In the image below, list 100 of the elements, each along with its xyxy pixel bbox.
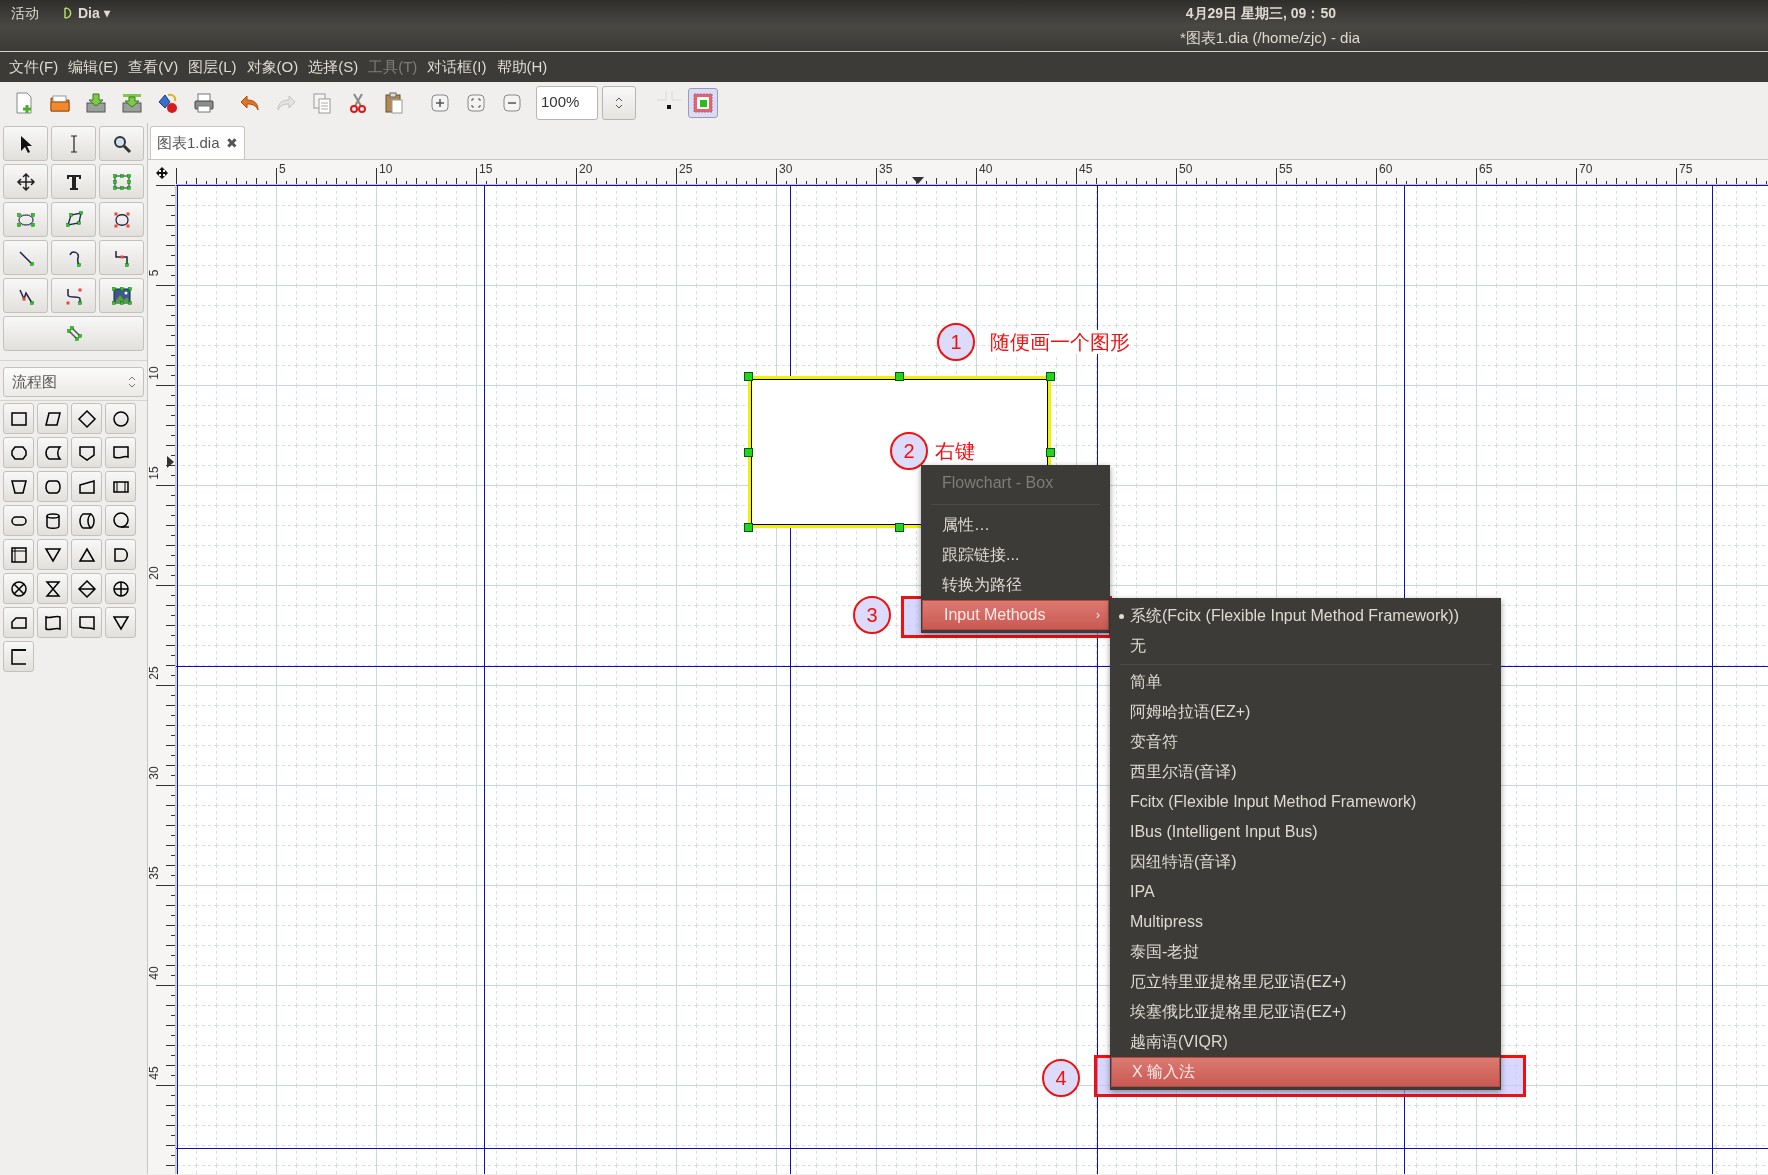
printer-icon (192, 90, 216, 115)
shape-button[interactable] (37, 471, 68, 502)
shape-button[interactable] (105, 403, 136, 434)
scroll-tool-button[interactable] (3, 164, 48, 199)
menu-item[interactable]: 文件(F) (4, 55, 64, 79)
box-tool-button[interactable] (99, 164, 144, 199)
shape-button[interactable] (37, 607, 68, 638)
menu-item[interactable]: 泰国-老挝 (1110, 937, 1501, 967)
menu-item[interactable]: Fcitx (Flexible Input Method Framework) (1110, 787, 1501, 817)
image-tool-button[interactable] (99, 278, 144, 313)
shape-button[interactable] (37, 437, 68, 468)
zigzag-tool-button[interactable] (99, 240, 144, 275)
menu-item[interactable]: 选择(S) (303, 55, 364, 79)
menu-item[interactable]: Multipress (1110, 907, 1501, 937)
ruler-label: 25 (147, 666, 162, 680)
selection-handle[interactable] (1046, 447, 1055, 457)
menu-item[interactable]: 埃塞俄比亚提格里尼亚语(EZ+) (1110, 997, 1501, 1027)
menu-item[interactable]: IPA (1110, 877, 1501, 907)
shape-button[interactable] (71, 437, 102, 468)
shape-button[interactable] (37, 573, 68, 604)
text-cursor-icon (69, 134, 78, 153)
ellipse-tool-button[interactable] (3, 202, 48, 237)
beziergon-tool-button[interactable] (99, 202, 144, 237)
line-tool-button[interactable] (3, 240, 48, 275)
ruler-label: 70 (1579, 161, 1593, 178)
shape-button[interactable] (105, 505, 136, 536)
selection-handle[interactable] (744, 447, 753, 457)
menu-item[interactable]: 属性… (921, 510, 1110, 540)
shape-button[interactable] (3, 403, 34, 434)
close-button[interactable]: ✖ (225, 132, 238, 154)
menu-item[interactable]: 越南语(VIQR) (1110, 1027, 1501, 1057)
menu-item[interactable]: 对话框(I) (422, 55, 492, 79)
shape-button[interactable] (105, 539, 136, 570)
clock[interactable]: 4月29日 星期三, 09：50 (1185, 2, 1336, 24)
selection-handle[interactable] (1046, 372, 1055, 381)
menu-item[interactable]: 跟踪链接... (921, 540, 1110, 570)
shape-button[interactable] (71, 573, 102, 604)
menu-item[interactable]: 查看(V) (123, 55, 184, 79)
menu-item[interactable]: 无 (1110, 631, 1501, 661)
activities-button[interactable]: 活动 (0, 2, 62, 24)
ruler-label: 20 (579, 161, 593, 178)
menu-item[interactable]: 阿姆哈拉语(EZ+) (1110, 697, 1501, 727)
pointer-tool-button[interactable] (3, 126, 48, 161)
shape-button[interactable] (105, 437, 136, 468)
ruler-label: 35 (879, 161, 893, 178)
menu-item[interactable]: 图层(L) (183, 55, 242, 79)
shape-button[interactable] (37, 505, 68, 536)
shape-button[interactable] (3, 539, 34, 570)
document-tab[interactable]: 图表1.dia ✖ (150, 126, 245, 159)
bezier-tool-button[interactable] (51, 278, 96, 313)
menu-item[interactable]: 西里尔语(音译) (1110, 757, 1501, 787)
shape-button[interactable] (3, 641, 34, 672)
menu-item[interactable]: IBus (Intelligent Input Bus) (1110, 817, 1501, 847)
ruler-label: 55 (1279, 161, 1293, 178)
selection-handle[interactable] (744, 372, 753, 381)
ruler-label: 15 (147, 466, 162, 480)
shape-button[interactable] (105, 607, 136, 638)
shape-button[interactable] (3, 437, 34, 468)
menu-item[interactable]: 系统(Fcitx (Flexible Input Method Framework)) (1110, 601, 1501, 631)
polygon-tool-button[interactable] (51, 202, 96, 237)
menu-item[interactable]: 简单 (1110, 667, 1501, 697)
magnify-tool-button[interactable] (99, 126, 144, 161)
menu-item[interactable]: 帮助(H) (491, 55, 553, 79)
snap-to-objects-button[interactable] (688, 87, 718, 118)
menu-item[interactable]: 转换为路径 (921, 570, 1110, 600)
shape-button[interactable] (3, 505, 34, 536)
shape-button[interactable] (3, 471, 34, 502)
window-title: *图表1.dia (/home/zjc) - dia (1180, 28, 1361, 49)
flowchart-shape-icon (110, 408, 131, 429)
polyline-tool-button[interactable] (3, 278, 48, 313)
menu-item[interactable]: 变音符 (1110, 727, 1501, 757)
shape-button[interactable] (71, 403, 102, 434)
shape-button[interactable] (71, 471, 102, 502)
shape-button[interactable] (37, 403, 68, 434)
app-menu-button[interactable]: Dia ▾ (62, 2, 110, 24)
selection-handle[interactable] (744, 523, 753, 532)
zoom-field[interactable]: 100% (536, 85, 598, 120)
menu-item[interactable]: 对象(O) (241, 55, 304, 79)
menu-item[interactable]: 因纽特语(音译) (1110, 847, 1501, 877)
shape-button[interactable] (71, 539, 102, 570)
arc-tool-button[interactable] (51, 240, 96, 275)
shape-button[interactable] (71, 607, 102, 638)
ruler-label: 60 (1379, 161, 1393, 178)
shape-button[interactable] (37, 539, 68, 570)
selection-handle[interactable] (895, 523, 904, 532)
save-icon (84, 90, 108, 115)
shape-button[interactable] (105, 573, 136, 604)
text-tool-button[interactable] (51, 164, 96, 199)
sheet-dropdown[interactable]: 流程图 (3, 367, 144, 397)
move-icon (14, 170, 37, 193)
shape-button[interactable] (3, 573, 34, 604)
shape-button[interactable] (105, 471, 136, 502)
menu-item[interactable]: 编辑(E) (63, 55, 124, 79)
menu-item[interactable]: 厄立特里亚提格里尼亚语(EZ+) (1110, 967, 1501, 997)
shape-button[interactable] (71, 505, 102, 536)
ruler-label: 10 (379, 161, 393, 178)
ruler-label: 45 (147, 1066, 162, 1080)
shape-button[interactable] (3, 607, 34, 638)
selection-handle[interactable] (895, 372, 904, 381)
text-edit-tool-button[interactable] (51, 126, 96, 161)
